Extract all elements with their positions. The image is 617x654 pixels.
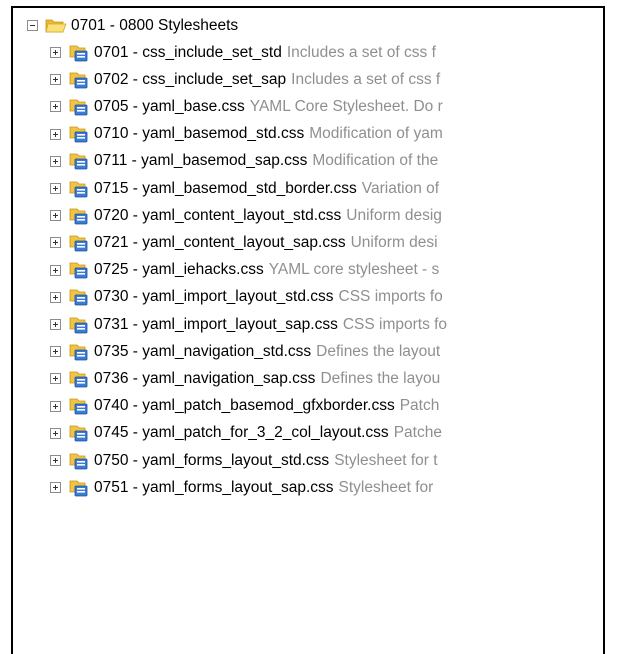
expand-toggle-icon[interactable]	[50, 128, 61, 140]
template-icon	[68, 43, 90, 63]
tree-item-description: Modification of the	[312, 152, 439, 170]
tree-item-description: Uniform desi	[350, 233, 438, 251]
tree-item-name: 0731 - yaml_import_layout_sap.css	[94, 315, 338, 333]
tree-item-name: 0701 - css_include_set_std	[94, 43, 282, 61]
tree-item-name: 0735 - yaml_navigation_std.css	[94, 342, 312, 360]
tree-item-description: Uniform desig	[346, 206, 442, 224]
stylesheet-tree: 0701 - 0800 Stylesheets 0701 - css_inclu…	[13, 8, 603, 654]
template-icon	[68, 70, 90, 90]
tree-item-description: Defines the layou	[320, 369, 441, 387]
template-icon	[68, 206, 90, 226]
tree-item[interactable]: 0740 - yaml_patch_basemod_gfxborder.css P…	[13, 393, 603, 420]
tree-item[interactable]: 0721 - yaml_content_layout_sap.css Unifor…	[13, 229, 603, 256]
tree-item-description: Includes a set of css f	[286, 43, 436, 61]
tree-item[interactable]: 0702 - css_include_set_sap Includes a set…	[13, 66, 603, 93]
expand-toggle-icon[interactable]	[50, 47, 61, 58]
template-icon	[68, 124, 90, 144]
tree-item-name: 0702 - css_include_set_sap	[94, 70, 287, 88]
expand-toggle-icon[interactable]	[50, 291, 61, 303]
tree-item[interactable]: 0750 - yaml_forms_layout_std.css Styleshe…	[13, 447, 603, 474]
tree-item-name: 0720 - yaml_content_layout_std.css	[94, 206, 342, 224]
tree-item-name: 0736 - yaml_navigation_sap.css	[94, 369, 316, 387]
tree-item-name: 0715 - yaml_basemod_std_border.css	[94, 179, 357, 197]
expand-toggle-icon[interactable]	[50, 400, 61, 412]
template-icon	[68, 369, 90, 389]
expand-toggle-icon[interactable]	[50, 346, 61, 358]
template-icon	[68, 97, 90, 117]
template-icon	[68, 315, 90, 335]
expand-toggle-icon[interactable]	[50, 183, 61, 194]
tree-item[interactable]: 0736 - yaml_navigation_sap.css Defines th…	[13, 365, 603, 392]
tree-item-name: 0740 - yaml_patch_basemod_gfxborder.css	[94, 397, 395, 415]
tree-item-name: 0745 - yaml_patch_for_3_2_col_layout.css	[94, 424, 389, 442]
folder-label: 0701 - 0800 Stylesheets	[71, 16, 239, 34]
template-icon	[68, 396, 90, 416]
tree-item-name: 0710 - yaml_basemod_std.css	[94, 125, 305, 143]
expand-toggle-icon[interactable]	[50, 101, 61, 113]
template-icon	[68, 151, 90, 171]
tree-item-name: 0705 - yaml_base.css	[94, 97, 245, 115]
tree-item-description: CSS imports fo	[338, 288, 443, 306]
template-icon	[68, 423, 90, 443]
tree-item-description: Variation of	[361, 179, 440, 197]
tree-item-description: Patch	[399, 397, 440, 415]
tree-item-description: YAML core stylesheet - s	[268, 261, 440, 279]
tree-item[interactable]: 0731 - yaml_import_layout_sap.css CSS imp…	[13, 311, 603, 338]
expand-toggle-icon[interactable]	[50, 482, 61, 494]
tree-item-name: 0730 - yaml_import_layout_std.css	[94, 288, 334, 306]
tree-item[interactable]: 0711 - yaml_basemod_sap.css Modification …	[13, 148, 603, 175]
expand-toggle-icon[interactable]	[50, 155, 61, 167]
expand-toggle-icon[interactable]	[50, 319, 61, 330]
tree-node-stylesheets-folder[interactable]: 0701 - 0800 Stylesheets	[13, 12, 603, 39]
template-icon	[68, 287, 90, 307]
tree-item-description: Stylesheet for t	[334, 451, 438, 469]
tree-item-description: Modification of yam	[309, 125, 443, 143]
template-icon	[68, 478, 90, 498]
tree-item[interactable]: 0745 - yaml_patch_for_3_2_col_layout.css…	[13, 420, 603, 447]
tree-item[interactable]: 0730 - yaml_import_layout_std.css CSS imp…	[13, 284, 603, 311]
tree-item-name: 0721 - yaml_content_layout_sap.css	[94, 233, 346, 251]
tree-item-description: CSS imports fo	[342, 315, 448, 333]
template-icon	[68, 260, 90, 280]
tree-item-description: Includes a set of css f	[291, 70, 441, 88]
tree-item-name: 0725 - yaml_iehacks.css	[94, 261, 264, 279]
tree-item[interactable]: 0710 - yaml_basemod_std.css Modification …	[13, 121, 603, 148]
tree-item-name: 0711 - yaml_basemod_sap.css	[94, 152, 308, 170]
expand-toggle-icon[interactable]	[50, 74, 61, 86]
expand-toggle-icon[interactable]	[50, 264, 61, 276]
tree-item-name: 0751 - yaml_forms_layout_sap.css	[94, 478, 334, 496]
template-icon	[68, 451, 90, 471]
tree-item[interactable]: 0715 - yaml_basemod_std_border.css Variat…	[13, 175, 603, 202]
template-icon	[68, 233, 90, 253]
tree-item-description: Stylesheet for	[338, 478, 434, 496]
tree-item-description: Patche	[393, 424, 442, 442]
expand-toggle-icon[interactable]	[50, 455, 61, 466]
template-icon	[68, 179, 90, 199]
tree-item[interactable]: 0751 - yaml_forms_layout_sap.css Styleshe…	[13, 474, 603, 501]
tree-item[interactable]: 0720 - yaml_content_layout_std.css Unifor…	[13, 202, 603, 229]
expand-toggle-icon[interactable]	[50, 373, 61, 385]
tree-item[interactable]: 0725 - yaml_iehacks.css YAML core stylesh…	[13, 257, 603, 284]
expand-toggle-icon[interactable]	[50, 427, 61, 439]
tree-item[interactable]: 0705 - yaml_base.css YAML Core Stylesheet…	[13, 93, 603, 120]
expand-toggle-icon[interactable]	[50, 237, 61, 249]
tree-item-description: YAML Core Stylesheet. Do r	[249, 97, 443, 115]
folder-open-icon	[45, 16, 67, 36]
tree-item[interactable]: 0735 - yaml_navigation_std.css Defines th…	[13, 338, 603, 365]
tree-item-name: 0750 - yaml_forms_layout_std.css	[94, 451, 330, 469]
tree-item[interactable]: 0701 - css_include_set_std Includes a set…	[13, 39, 603, 66]
expand-toggle-icon[interactable]	[50, 210, 61, 222]
template-icon	[68, 342, 90, 362]
collapse-toggle-icon[interactable]	[27, 20, 38, 31]
tree-item-description: Defines the layout	[316, 342, 441, 360]
tree-panel: 0701 - 0800 Stylesheets 0701 - css_inclu…	[11, 6, 605, 654]
